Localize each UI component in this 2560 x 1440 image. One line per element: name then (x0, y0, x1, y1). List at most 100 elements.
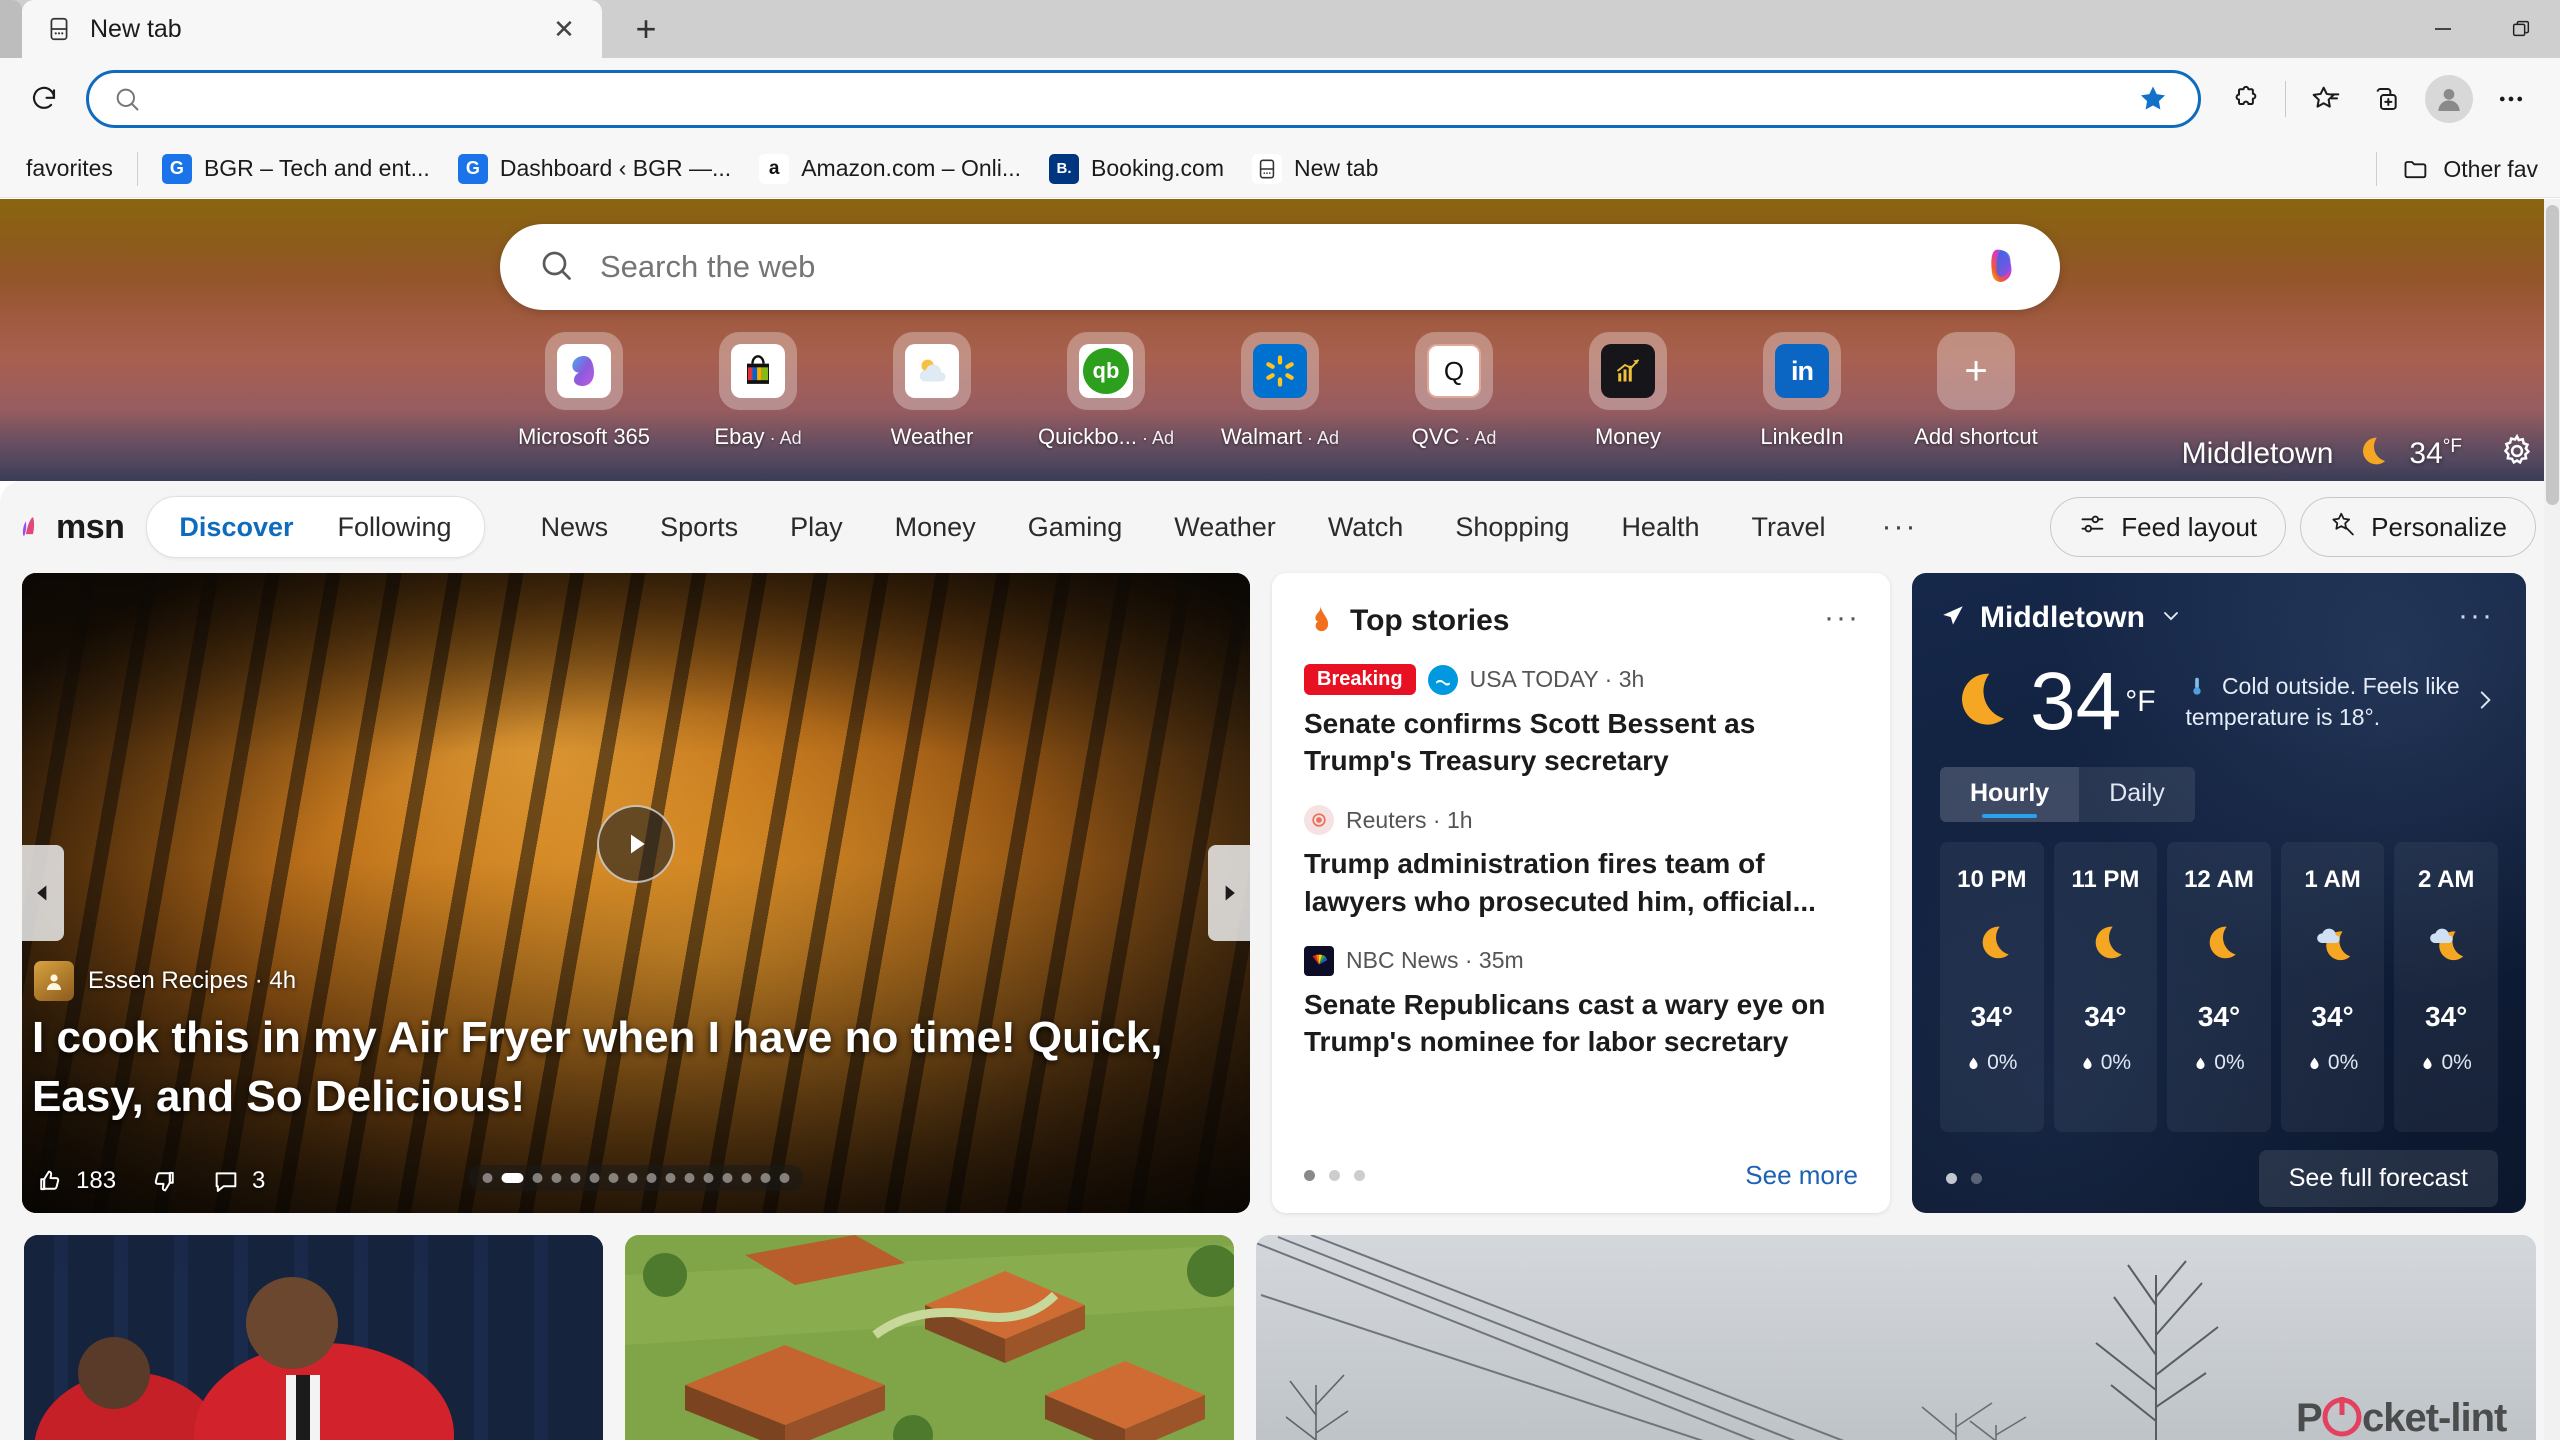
carousel-dot[interactable] (589, 1173, 600, 1183)
carousel-dot[interactable] (703, 1173, 714, 1183)
shortcut-money[interactable]: Money (1541, 332, 1715, 450)
star-filled-icon[interactable] (2136, 82, 2174, 116)
tab-following[interactable]: Following (316, 512, 474, 543)
tab-hourly[interactable]: Hourly (1940, 767, 2080, 822)
shortcut-walmart[interactable]: Walmart · Ad (1193, 332, 1367, 450)
page-scrollbar-thumb[interactable] (2546, 205, 2559, 505)
shortcut-microsoft-365[interactable]: Microsoft 365 (497, 332, 671, 450)
pager-dot[interactable] (1329, 1170, 1340, 1181)
web-search-input[interactable] (574, 249, 1978, 285)
comments-button[interactable]: 3 (212, 1167, 265, 1195)
refresh-icon[interactable] (18, 73, 70, 125)
personalize-button[interactable]: Personalize (2300, 497, 2536, 557)
carousel-dot[interactable] (684, 1173, 695, 1183)
more-ellipsis-icon[interactable]: ··· (2458, 599, 2494, 633)
power-lines-card[interactable]: P cket-lint (1255, 1235, 2536, 1440)
gear-icon[interactable] (2498, 432, 2536, 475)
more-ellipsis-icon[interactable] (2480, 68, 2542, 130)
carousel-dot[interactable] (722, 1173, 733, 1183)
msn-logo[interactable]: msn (16, 508, 125, 547)
see-more-link[interactable]: See more (1745, 1160, 1858, 1191)
profile-avatar-icon[interactable] (2418, 68, 2480, 130)
bookmark-newtab[interactable]: New tab (1238, 148, 1392, 190)
maximize-restore-button[interactable] (2482, 0, 2560, 58)
nav-more-icon[interactable]: ··· (1852, 510, 1948, 544)
pager-dot[interactable] (1971, 1173, 1982, 1184)
weather-hour-item[interactable]: 2 AM 34° 0% (2394, 842, 2498, 1132)
shortcut-qvc[interactable]: Q QVC · Ad (1367, 332, 1541, 450)
address-bar[interactable] (86, 70, 2201, 128)
comedians-card[interactable] (24, 1235, 604, 1440)
dislike-button[interactable] (150, 1167, 178, 1195)
bookmark-bgr-dashboard[interactable]: G Dashboard ‹ BGR —... (444, 148, 745, 190)
nav-link-gaming[interactable]: Gaming (1002, 512, 1149, 543)
weather-hour-item[interactable]: 12 AM 34° 0% (2167, 842, 2271, 1132)
nav-link-money[interactable]: Money (869, 512, 1002, 543)
carousel-dot[interactable] (741, 1173, 752, 1183)
shortcut-quickbooks[interactable]: qb Quickbo... · Ad (1019, 332, 1193, 450)
carousel-prev-button[interactable] (22, 845, 64, 941)
pager-dot[interactable] (1354, 1170, 1365, 1181)
carousel-dot[interactable] (646, 1173, 657, 1183)
pager-dot-active[interactable] (1304, 1170, 1315, 1181)
carousel-dot-active[interactable] (501, 1173, 524, 1183)
tab-discover[interactable]: Discover (157, 512, 315, 543)
new-tab-button[interactable]: + (616, 4, 676, 54)
carousel-dot[interactable] (760, 1173, 771, 1183)
collections-icon[interactable] (2356, 68, 2418, 130)
chevron-right-icon[interactable] (2472, 684, 2498, 721)
carousel-dot[interactable] (627, 1173, 638, 1183)
bookmark-bgr[interactable]: G BGR – Tech and ent... (148, 148, 444, 190)
nav-link-health[interactable]: Health (1595, 512, 1725, 543)
carousel-dot[interactable] (551, 1173, 562, 1183)
favorites-star-icon[interactable] (2294, 68, 2356, 130)
bookmark-booking[interactable]: B. Booking.com (1035, 148, 1238, 190)
play-icon[interactable] (597, 805, 675, 883)
carousel-next-button[interactable] (1208, 845, 1250, 941)
nav-link-travel[interactable]: Travel (1725, 512, 1851, 543)
weather-hour-item[interactable]: 11 PM 34° 0% (2053, 842, 2158, 1132)
shortcut-weather[interactable]: Weather (845, 332, 1019, 450)
nav-link-news[interactable]: News (515, 512, 635, 543)
carousel-dot[interactable] (608, 1173, 619, 1183)
carousel-dots[interactable] (468, 1165, 804, 1191)
carousel-dot[interactable] (482, 1173, 493, 1183)
ntp-header-weather[interactable]: Middletown 34°F (2182, 431, 2560, 476)
carousel-dot[interactable] (779, 1173, 790, 1183)
extensions-icon[interactable] (2215, 68, 2277, 130)
chevron-down-icon[interactable] (2159, 604, 2183, 633)
shortcut-ebay[interactable]: Ebay · Ad (671, 332, 845, 450)
strategy-game-card[interactable] (625, 1235, 1234, 1440)
tab-close-icon[interactable]: ✕ (544, 9, 584, 49)
nav-link-weather[interactable]: Weather (1148, 512, 1302, 543)
top-story-item[interactable]: NBC News · 35m Senate Republicans cast a… (1304, 945, 1858, 1060)
bookmark-favorites-label[interactable]: favorites (12, 149, 127, 188)
weather-hour-item[interactable]: 1 AM 34° 0% (2280, 842, 2385, 1132)
weather-hour-item[interactable]: 10 PM 34° 0% (1940, 842, 2044, 1132)
more-ellipsis-icon[interactable]: ··· (1824, 601, 1860, 635)
shortcut-linkedin[interactable]: in LinkedIn (1715, 332, 1889, 450)
bookmark-amazon[interactable]: a Amazon.com – Onli... (745, 148, 1035, 190)
web-search-box[interactable] (500, 224, 2060, 310)
bookmark-other-favorites[interactable]: Other fav (2387, 148, 2552, 190)
shortcut-add[interactable]: + Add shortcut (1889, 332, 2063, 450)
see-full-forecast-button[interactable]: See full forecast (2258, 1150, 2498, 1207)
feed-layout-button[interactable]: Feed layout (2050, 497, 2287, 557)
weather-pager-dots[interactable] (1940, 1173, 1982, 1184)
tab-scroll-left[interactable] (0, 0, 22, 58)
top-story-item[interactable]: Reuters · 1h Trump administration fires … (1304, 805, 1858, 919)
nav-link-shopping[interactable]: Shopping (1429, 512, 1595, 543)
carousel-dot[interactable] (570, 1173, 581, 1183)
tab-daily[interactable]: Daily (2079, 767, 2195, 822)
carousel-dot[interactable] (532, 1173, 543, 1183)
minimize-button[interactable] (2404, 0, 2482, 58)
pager-dot-active[interactable] (1946, 1173, 1957, 1184)
top-story-item[interactable]: Breaking USA TODAY · 3h Senate confirms … (1304, 664, 1858, 779)
copilot-icon[interactable] (1978, 241, 2030, 293)
top-stories-dots[interactable] (1304, 1170, 1365, 1181)
address-input[interactable] (141, 84, 2136, 114)
browser-tab[interactable]: New tab ✕ (22, 0, 602, 58)
like-button[interactable]: 183 (36, 1167, 116, 1195)
hero-article-card[interactable]: Essen Recipes · 4h I cook this in my Air… (22, 573, 1250, 1213)
carousel-dot[interactable] (665, 1173, 676, 1183)
